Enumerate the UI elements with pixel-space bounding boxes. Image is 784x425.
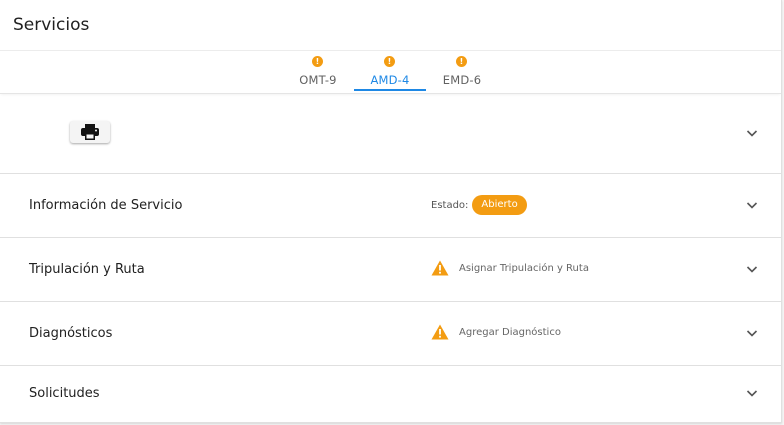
status-label: Estado:	[431, 199, 469, 211]
diagnostics-warning: Agregar Diagnóstico	[431, 324, 561, 340]
print-section[interactable]	[0, 93, 781, 174]
warning-triangle-icon	[431, 260, 449, 276]
print-button[interactable]	[70, 121, 110, 143]
section-crew-route[interactable]: Tripulación y Ruta Asignar Tripulación y…	[0, 238, 781, 302]
section-service-info[interactable]: Información de Servicio Estado: Abierto	[0, 174, 781, 238]
exclamation-badge-icon: !	[456, 56, 467, 67]
section-diagnostics[interactable]: Diagnósticos Agregar Diagnóstico	[0, 302, 781, 366]
exclamation-badge-icon: !	[384, 56, 395, 67]
chevron-down-icon[interactable]	[744, 325, 760, 341]
printer-icon	[81, 124, 99, 140]
section-title: Tripulación y Ruta	[29, 262, 145, 277]
status-field: Estado: Abierto	[431, 195, 527, 215]
section-title: Información de Servicio	[29, 198, 183, 213]
warning-triangle-icon	[431, 324, 449, 340]
section-requests[interactable]: Solicitudes	[0, 366, 781, 422]
warning-text: Agregar Diagnóstico	[459, 326, 561, 338]
status-badge: Abierto	[472, 195, 527, 215]
tab-label: AMD-4	[370, 73, 410, 87]
chevron-down-icon[interactable]	[744, 385, 760, 401]
page-title: Servicios	[13, 15, 90, 35]
tab-label: EMD-6	[442, 73, 482, 87]
section-title: Diagnósticos	[29, 326, 113, 341]
chevron-down-icon[interactable]	[744, 197, 760, 213]
section-title: Solicitudes	[29, 386, 100, 401]
tab-amd-4[interactable]: ! AMD-4	[354, 51, 426, 91]
tab-emd-6[interactable]: ! EMD-6	[426, 51, 498, 91]
chevron-down-icon[interactable]	[744, 261, 760, 277]
chevron-down-icon[interactable]	[744, 125, 760, 141]
crew-warning: Asignar Tripulación y Ruta	[431, 260, 589, 276]
services-panel: Servicios ! OMT-9 ! AMD-4 ! EMD-6 Inform…	[0, 0, 782, 423]
service-tabs: ! OMT-9 ! AMD-4 ! EMD-6	[0, 51, 781, 94]
panel-header: Servicios	[0, 0, 781, 51]
exclamation-badge-icon: !	[312, 56, 323, 67]
tab-omt-9[interactable]: ! OMT-9	[282, 51, 354, 91]
warning-text: Asignar Tripulación y Ruta	[459, 262, 589, 274]
tab-label: OMT-9	[299, 73, 337, 87]
